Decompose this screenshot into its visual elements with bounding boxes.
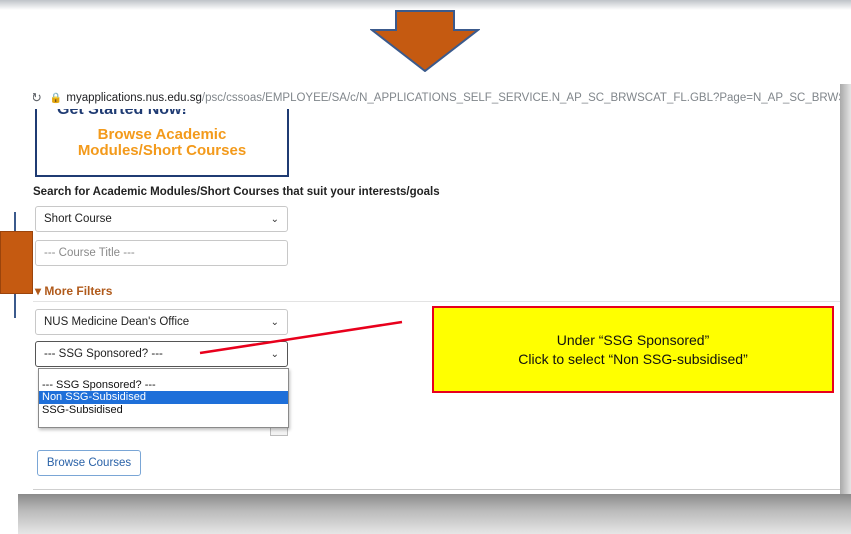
ssg-option-non-subsidised[interactable]: Non SSG-Subsidised [39, 391, 288, 404]
reload-icon[interactable]: ↻ [33, 90, 42, 106]
course-type-value: Short Course [44, 213, 112, 225]
url-path: /psc/cssoas/EMPLOYEE/SA/c/N_APPLICATIONS… [201, 92, 840, 104]
browse-promo-banner[interactable]: Get Started Now! Browse Academic Modules… [35, 109, 289, 177]
ssg-option-subsidised[interactable]: SSG-Subsidised [39, 404, 288, 417]
chevron-down-icon: ⌄ [270, 316, 279, 328]
course-type-select[interactable]: Short Course ⌄ [35, 206, 288, 232]
callout-line-1: Under “SSG Sponsored” [556, 331, 710, 348]
more-filters-label: More Filters [44, 284, 113, 298]
frame-bottom-shadow [18, 494, 851, 534]
down-arrow-icon [370, 10, 480, 72]
promo-line-1: Browse Academic [97, 126, 227, 143]
more-filters-toggle[interactable]: ▾ More Filters [35, 284, 112, 298]
chevron-down-icon: ⌄ [270, 348, 279, 360]
promo-cut-title: Get Started Now! [57, 109, 187, 118]
callout-line-2: Click to select “Non SSG-subsidised” [518, 350, 748, 367]
department-select[interactable]: NUS Medicine Dean's Office ⌄ [35, 309, 288, 335]
course-title-input[interactable]: --- Course Title --- [35, 240, 288, 266]
chevron-down-icon: ⌄ [270, 213, 279, 225]
browse-courses-button[interactable]: Browse Courses [37, 450, 141, 476]
url-field[interactable]: myapplications.nus.edu.sg/psc/cssoas/EMP… [66, 92, 840, 104]
department-value: NUS Medicine Dean's Office [44, 316, 190, 328]
bottom-divider [33, 489, 840, 490]
promo-line-2: Modules/Short Courses [77, 142, 247, 159]
search-heading: Search for Academic Modules/Short Course… [33, 186, 440, 198]
ssg-sponsored-select[interactable]: --- SSG Sponsored? --- ⌄ [35, 341, 288, 367]
course-title-placeholder: --- Course Title --- [44, 247, 135, 259]
instruction-callout: Under “SSG Sponsored” Click to select “N… [432, 306, 834, 393]
caret-down-icon: ▾ [35, 284, 42, 298]
browser-screenshot: ← → ↻ 🔒 myapplications.nus.edu.sg/psc/cs… [33, 85, 840, 495]
ssg-sponsored-dropdown[interactable]: --- SSG Sponsored? --- Non SSG-Subsidise… [38, 368, 289, 428]
side-arrow-icon [0, 231, 33, 294]
ssg-sponsored-value: --- SSG Sponsored? --- [44, 348, 163, 360]
frame-top-shadow [0, 0, 851, 10]
browser-address-bar: ← → ↻ 🔒 myapplications.nus.edu.sg/psc/cs… [33, 85, 840, 111]
frame-right-shadow [840, 84, 851, 496]
promo-title: Browse Academic Modules/Short Courses [37, 127, 287, 159]
url-host: myapplications.nus.edu.sg [66, 92, 202, 104]
section-divider [33, 301, 840, 302]
lock-icon: 🔒 [49, 92, 63, 104]
